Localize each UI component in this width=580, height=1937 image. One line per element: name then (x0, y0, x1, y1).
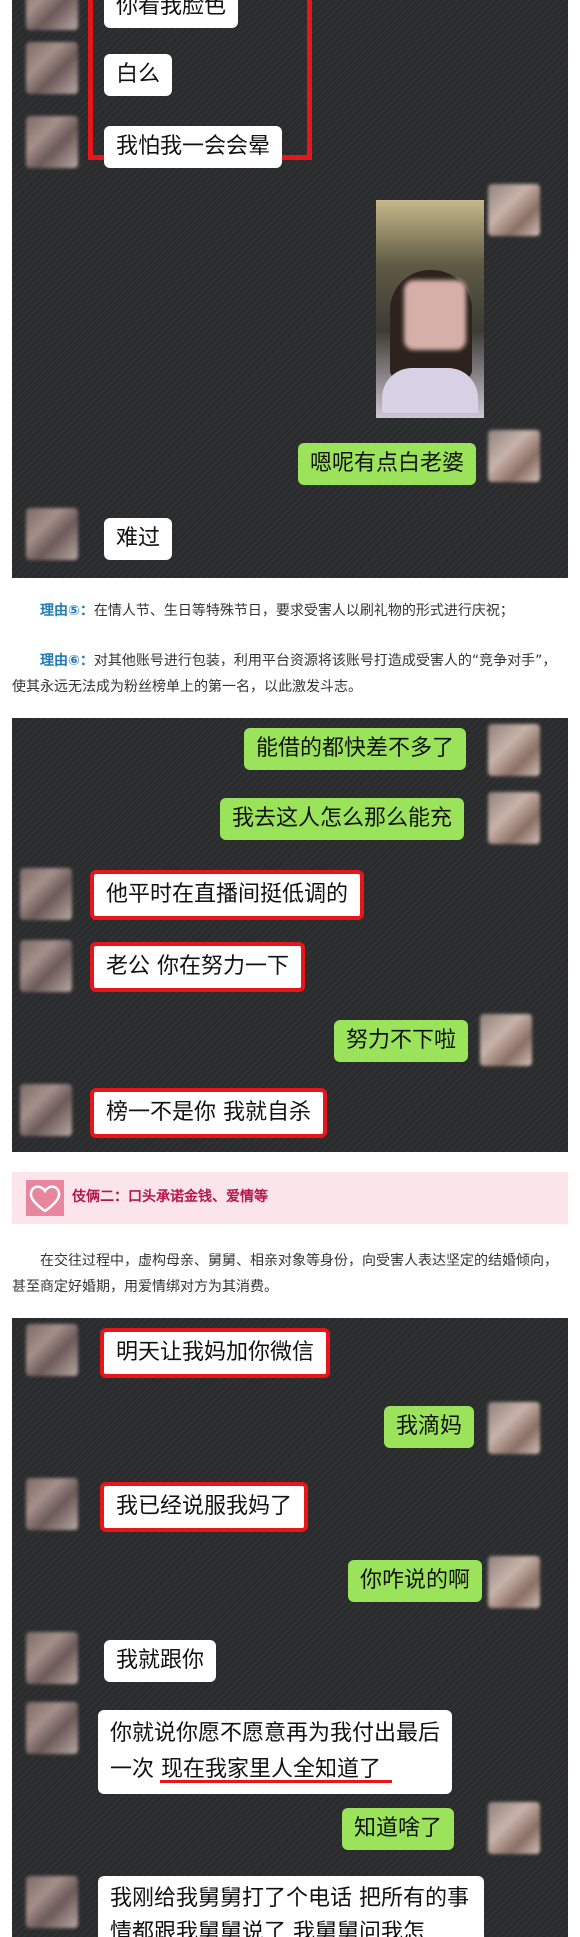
avatar (488, 792, 540, 844)
chat-bubble: 嗯呢有点白老婆 (298, 443, 477, 485)
avatar (26, 1478, 78, 1530)
chat-bubble: 难过 (104, 518, 173, 560)
reason-5: 理由⑤：在情人节、生日等特殊节日，要求受害人以刷礼物的形式进行庆祝； (12, 598, 568, 624)
chat-bubble: 老公 你在努力一下 (90, 942, 305, 992)
chat-bubble: 白么 (104, 54, 173, 96)
avatar (26, 1632, 78, 1684)
avatar (488, 1556, 540, 1608)
section-intro: 在交往过程中，虚构母亲、舅舅、相亲对象等身份，向受害人表达坚定的结婚倾向，甚至商… (12, 1253, 558, 1295)
chat-bubble: 能借的都快差不多了 (244, 728, 467, 770)
chat-screenshot-2: 能借的都快差不多了 我去这人怎么那么能充 他平时在直播间挺低调的 老公 你在努力… (12, 718, 568, 1152)
chat-bubble: 他平时在直播间挺低调的 (90, 870, 365, 920)
avatar (26, 1324, 78, 1376)
reason-5-text: 在情人节、生日等特殊节日，要求受害人以刷礼物的形式进行庆祝； (93, 603, 514, 619)
chat-bubble: 努力不下啦 (334, 1020, 469, 1062)
reason-6-label: 理由⑥： (40, 653, 94, 669)
chat-bubble: 我就跟你 (104, 1640, 217, 1682)
video-call-photo (376, 200, 484, 418)
avatar (488, 184, 540, 236)
person-shirt (382, 368, 478, 413)
avatar (26, 42, 78, 94)
avatar (20, 868, 72, 920)
chat-bubble: 榜一不是你 我就自杀 (90, 1088, 327, 1138)
avatar (26, 1702, 78, 1754)
reason-5-label: 理由⑤： (40, 603, 94, 619)
section-title: 伎俩二：口头承诺金钱、爱情等 (72, 1189, 268, 1205)
avatar (488, 1402, 540, 1454)
chat-bubble: 我已经说服我妈了 (100, 1482, 309, 1532)
chat-bubble: 你咋说的啊 (348, 1560, 483, 1602)
avatar (26, 1876, 78, 1928)
avatar (488, 724, 540, 776)
avatar (26, 508, 78, 560)
heart-icon (26, 1180, 64, 1216)
reason-6: 理由⑥：对其他账号进行包装，利用平台资源将该账号打造成受害人的“竞争对手”，使其… (12, 648, 568, 700)
chat-bubble: 我去这人怎么那么能充 (220, 798, 465, 840)
chat-bubble: 知道啥了 (342, 1808, 455, 1850)
avatar (26, 0, 78, 30)
avatar (20, 940, 72, 992)
reason-6-text: 对其他账号进行包装，利用平台资源将该账号打造成受害人的“竞争对手”，使其永远无法… (12, 653, 557, 695)
chat-bubble: 我滴妈 (384, 1406, 475, 1448)
chat-bubble: 我刚给我舅舅打了个电话 把所有的事情都跟我舅舅说了 我舅舅问我怎 (98, 1876, 484, 1937)
blurred-face (404, 280, 466, 350)
highlight-underline (160, 1780, 392, 1783)
avatar (488, 1802, 540, 1854)
chat-bubble: 你看我脸色 (104, 0, 239, 28)
avatar (488, 430, 540, 482)
section-banner: 伎俩二：口头承诺金钱、爱情等 (12, 1172, 568, 1224)
chat-screenshot-1: 你看我脸色 白么 我怕我一会会晕 嗯呢有点白老婆 难过 (12, 0, 568, 578)
chat-screenshot-3: 明天让我妈加你微信 我滴妈 我已经说服我妈了 你咋说的啊 我就跟你 你就说你愿不… (12, 1318, 568, 1937)
avatar (26, 116, 78, 168)
chat-bubble: 我怕我一会会晕 (104, 126, 283, 168)
avatar (20, 1084, 72, 1136)
chat-bubble: 明天让我妈加你微信 (100, 1328, 331, 1378)
avatar (480, 1014, 532, 1066)
